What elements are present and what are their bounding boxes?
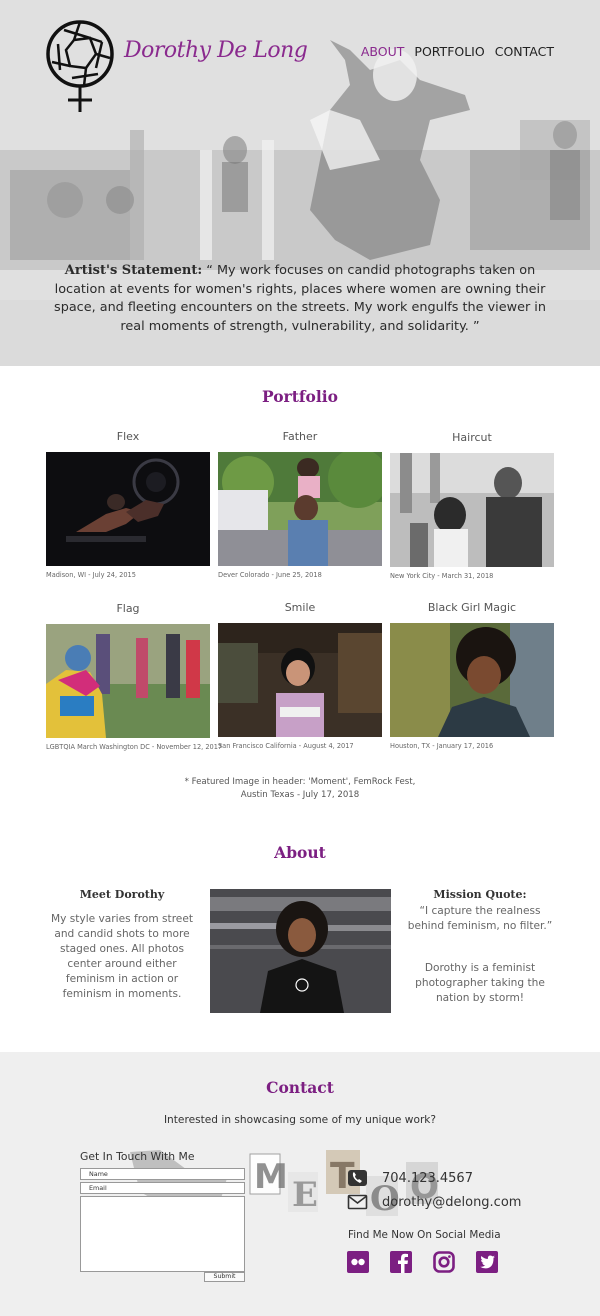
svg-text:E: E	[292, 1175, 318, 1215]
twitter-icon[interactable]	[476, 1251, 498, 1273]
portfolio-card-flex[interactable]: Flex Madison, WI - July 24, 2015	[46, 430, 210, 579]
artist-statement: Artist's Statement: “ My work focuses on…	[48, 262, 552, 336]
photo-haircut[interactable]	[390, 453, 554, 567]
bio-text: Dorothy is a feminist photographer takin…	[415, 962, 545, 1004]
card-caption: Madison, WI - July 24, 2015	[46, 571, 136, 579]
email-row[interactable]: dorothy@delong.com	[347, 1193, 521, 1211]
message-textarea[interactable]	[80, 1196, 245, 1272]
brand-name[interactable]: Dorothy De Long	[124, 38, 308, 63]
main-nav: ABOUT PORTFOLIO CONTACT	[361, 44, 554, 59]
meet-dorothy-heading: Meet Dorothy	[79, 888, 165, 901]
card-title: Black Girl Magic	[427, 601, 517, 614]
card-title: Smile	[284, 601, 316, 614]
portfolio-card-smile[interactable]: Smile San Francisco California - August …	[218, 601, 382, 750]
photo-black-girl-magic[interactable]	[390, 623, 554, 737]
email-input[interactable]: Email	[80, 1182, 245, 1194]
card-title: Father	[282, 430, 318, 443]
phone-row[interactable]: 704.123.4567	[347, 1169, 473, 1187]
hero-header: Dorothy De Long ABOUT PORTFOLIO CONTACT …	[0, 0, 600, 366]
featured-note-line1: * Featured Image in header: 'Moment', Fe…	[184, 777, 416, 787]
featured-image-note: * Featured Image in header: 'Moment', Fe…	[0, 776, 600, 802]
portfolio-card-black-girl-magic[interactable]: Black Girl Magic Houston, TX - January 1…	[390, 601, 554, 750]
card-title: Flex	[116, 430, 140, 443]
flickr-icon[interactable]	[347, 1251, 369, 1273]
mission-quote-heading: Mission Quote:	[433, 888, 527, 901]
portfolio-card-flag[interactable]: Flag LGBTQIA March Washington DC - Novem…	[46, 602, 223, 751]
card-caption: Dever Colorado - June 25, 2018	[218, 571, 322, 579]
instagram-icon[interactable]	[433, 1251, 455, 1273]
photo-smile[interactable]	[218, 623, 382, 737]
photo-flex[interactable]	[46, 452, 210, 566]
portfolio-title: Portfolio	[261, 387, 339, 406]
card-caption: San Francisco California - August 4, 201…	[218, 742, 354, 750]
card-caption: New York City - March 31, 2018	[390, 572, 494, 580]
nav-contact[interactable]: CONTACT	[495, 44, 554, 59]
portfolio-card-haircut[interactable]: Haircut New York City - March 31, 2018	[390, 431, 554, 580]
nav-about[interactable]: ABOUT	[361, 44, 405, 59]
phone-icon	[348, 1170, 367, 1186]
about-portrait-photo	[210, 889, 391, 1013]
social-media-title: Find Me Now On Social Media	[348, 1229, 501, 1241]
portfolio-card-father[interactable]: Father Dever Colorado - June 25, 2018	[218, 430, 382, 579]
featured-note-line2: Austin Texas - July 17, 2018	[240, 790, 360, 800]
mission-quote-text: “I capture the realness behind feminism,…	[407, 905, 553, 932]
contact-lead-text: Interested in showcasing some of my uniq…	[163, 1114, 437, 1126]
photo-father[interactable]	[218, 452, 382, 566]
nav-portfolio[interactable]: PORTFOLIO	[414, 44, 484, 59]
card-title: Flag	[116, 602, 140, 615]
photo-flag[interactable]	[46, 624, 210, 738]
phone-number[interactable]: 704.123.4567	[382, 1171, 473, 1186]
about-title: About	[274, 843, 326, 862]
submit-button[interactable]: Submit	[204, 1272, 245, 1282]
svg-text:M: M	[254, 1157, 288, 1197]
meet-dorothy-text: My style varies from street and candid s…	[50, 913, 194, 1000]
email-address[interactable]: dorothy@delong.com	[382, 1195, 521, 1210]
card-title: Haircut	[452, 431, 492, 444]
card-caption: Houston, TX - January 17, 2016	[390, 742, 494, 750]
statement-label: Artist's Statement:	[64, 263, 203, 278]
contact-title: Contact	[266, 1078, 334, 1097]
aperture-venus-logo-icon[interactable]	[44, 18, 116, 114]
meet-dorothy-column: Meet Dorothy My style varies from street…	[42, 887, 202, 1002]
card-caption: LGBTQIA March Washington DC - November 1…	[46, 743, 223, 751]
name-input[interactable]: Name	[80, 1168, 245, 1180]
envelope-icon	[347, 1194, 368, 1210]
facebook-icon[interactable]	[390, 1251, 412, 1273]
mission-quote-column: Mission Quote: “I capture the realness b…	[404, 887, 556, 1006]
contact-form-title: Get In Touch With Me	[80, 1150, 195, 1163]
